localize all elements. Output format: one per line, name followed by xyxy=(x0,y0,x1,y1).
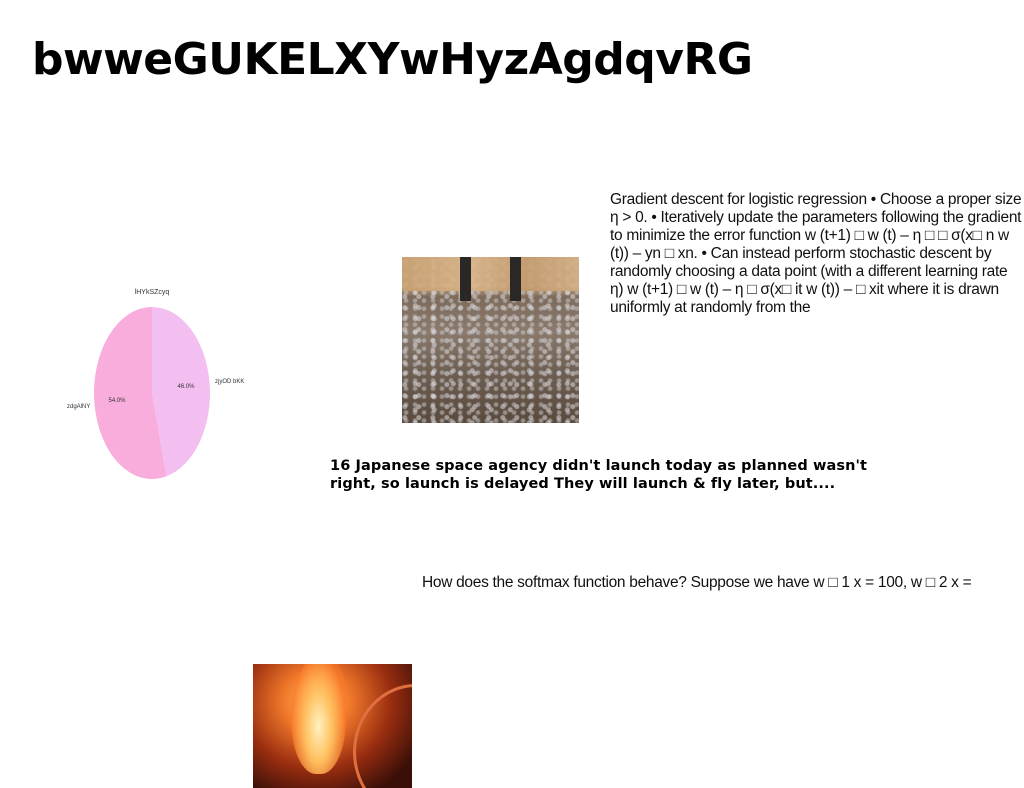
photo-wet-floor xyxy=(402,257,579,423)
pie-chart: lHYkSZcyq zjyOD bKK zdgAlNY 46.0% 54.0% xyxy=(67,289,244,479)
logistic-regression-text: Gradient descent for logistic regression… xyxy=(610,191,1022,316)
slice-percent-label: 46.0% xyxy=(177,384,195,390)
page-title: bwweGUKELXYwHyzAgdqvRG xyxy=(32,34,753,85)
news-caption: 16 Japanese space agency didn't launch t… xyxy=(330,458,868,492)
slice-label: zjyOD bKK xyxy=(215,379,244,385)
pie-slices xyxy=(94,307,211,479)
chart-title: lHYkSZcyq xyxy=(135,289,170,296)
photo-flame xyxy=(253,664,412,788)
softmax-question-text: How does the softmax function behave? Su… xyxy=(422,574,972,591)
slice-label: zdgAlNY xyxy=(67,404,90,410)
slice-percent-label: 54.0% xyxy=(108,398,126,404)
